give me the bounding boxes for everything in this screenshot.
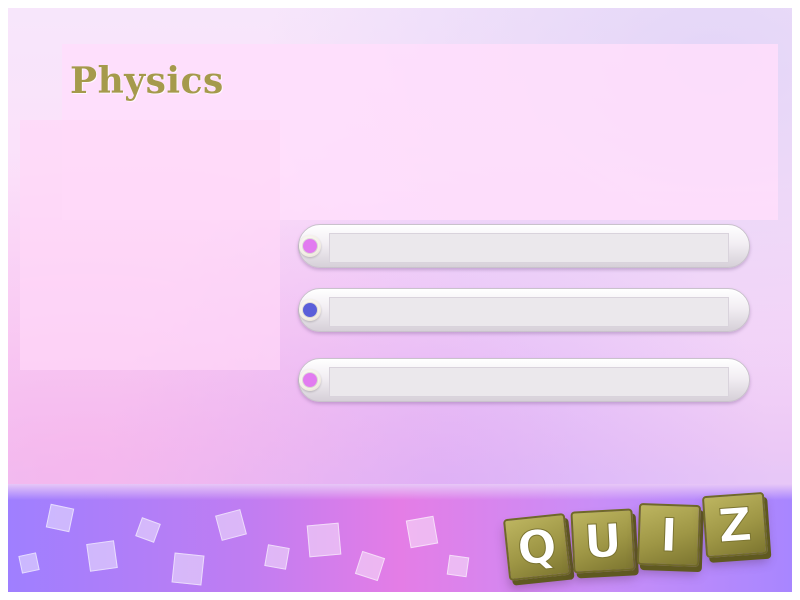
decorative-square-icon: [405, 515, 439, 549]
decorative-square-icon: [86, 540, 118, 572]
quiz-logo: Q U I Z: [496, 490, 782, 590]
slide-title: Physics: [70, 60, 224, 102]
decorative-square-icon: [171, 552, 205, 586]
answer-option-2[interactable]: [298, 288, 750, 332]
quiz-cube-u: U: [570, 508, 636, 574]
left-panel: [20, 120, 280, 370]
answer-option-3[interactable]: [298, 358, 750, 402]
decorative-square-icon: [306, 522, 342, 558]
decorative-square-icon: [446, 554, 470, 578]
option-bullet-icon: [303, 303, 317, 317]
decorative-square-icon: [135, 517, 161, 543]
decorative-square-icon: [215, 509, 247, 541]
decorative-square-icon: [18, 552, 40, 574]
decorative-square-icon: [264, 544, 290, 570]
answer-option-2-text[interactable]: [329, 297, 729, 327]
option-bullet-icon: [303, 239, 317, 253]
answer-option-1-text[interactable]: [329, 233, 729, 263]
decorative-square-icon: [354, 550, 386, 582]
quiz-cube-q: Q: [502, 512, 572, 582]
quiz-cube-i: I: [636, 502, 702, 568]
quiz-cube-z: Z: [701, 491, 769, 559]
decorative-square-icon: [45, 503, 75, 533]
option-bullet-icon: [303, 373, 317, 387]
slide-canvas: Physics Q U I Z: [8, 8, 792, 592]
answer-option-1[interactable]: [298, 224, 750, 268]
answer-option-3-text[interactable]: [329, 367, 729, 397]
